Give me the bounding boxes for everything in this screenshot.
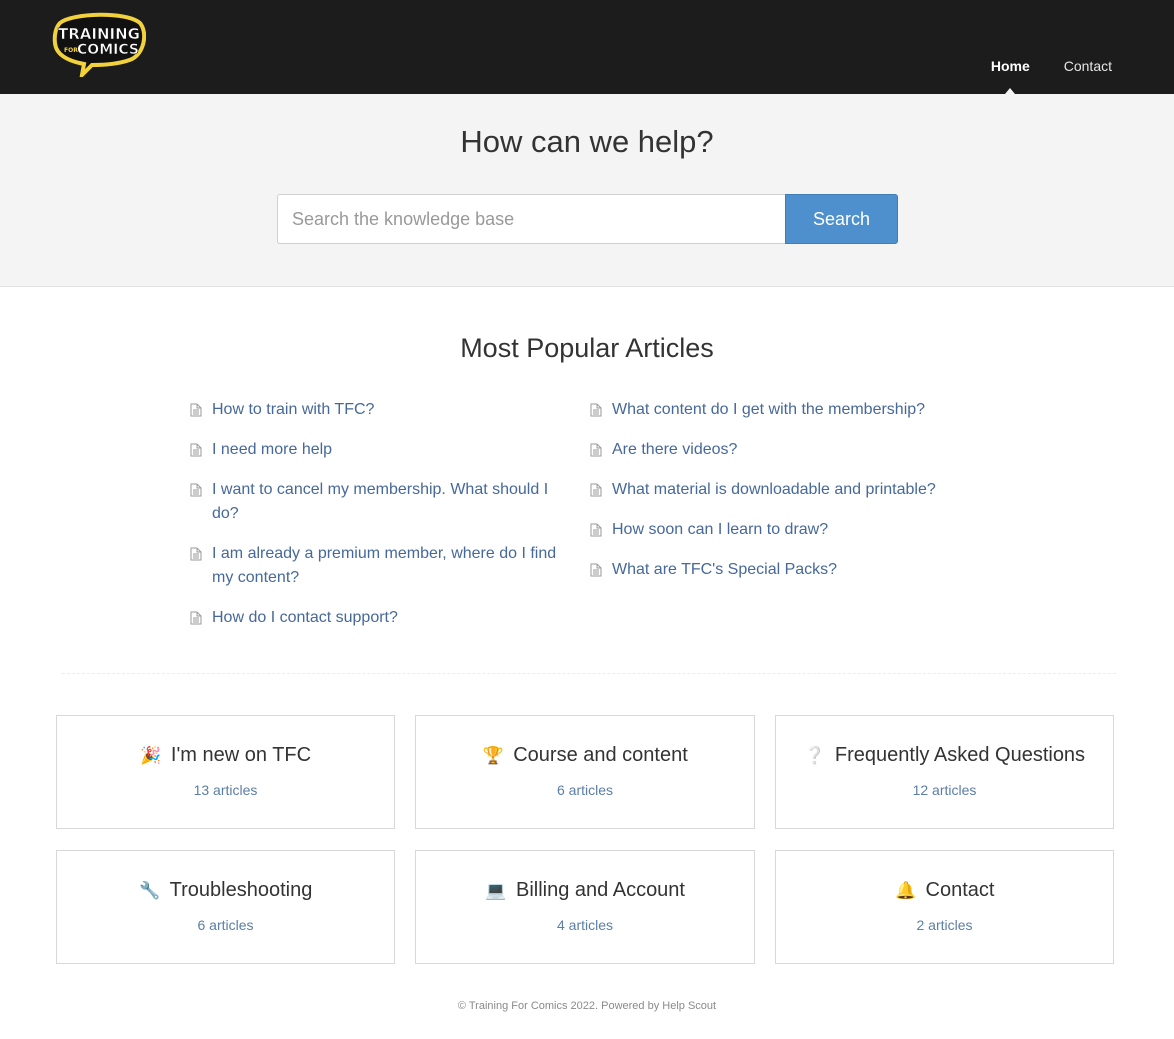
category-title: Course and content [513, 744, 688, 766]
party-popper-icon: 🎉 [140, 745, 162, 765]
category-card-troubleshooting[interactable]: 🔧 Troubleshooting 6 articles [56, 850, 395, 964]
document-icon [190, 611, 202, 625]
list-item: Are there videos? [590, 438, 990, 462]
document-icon [590, 483, 602, 497]
article-link[interactable]: What are TFC's Special Packs? [612, 558, 837, 582]
article-link[interactable]: I want to cancel my membership. What sho… [212, 478, 560, 526]
category-card-new-on-tfc[interactable]: 🎉 I'm new on TFC 13 articles [56, 715, 395, 829]
list-item: What material is downloadable and printa… [590, 478, 990, 502]
popular-articles-left: How to train with TFC? I need more help … [190, 398, 560, 646]
list-item: I need more help [190, 438, 560, 462]
list-item: How soon can I learn to draw? [590, 518, 990, 542]
list-item: How to train with TFC? [190, 398, 560, 422]
category-card-course-and-content[interactable]: 🏆 Course and content 6 articles [415, 715, 755, 829]
search-form: Search [277, 194, 898, 244]
article-count: 6 articles [197, 917, 254, 933]
trophy-icon: 🏆 [482, 745, 504, 765]
list-item: I am already a premium member, where do … [190, 542, 560, 590]
article-link[interactable]: How soon can I learn to draw? [612, 518, 828, 542]
document-icon [590, 563, 602, 577]
document-icon [190, 403, 202, 417]
wrench-icon: 🔧 [139, 880, 161, 900]
section-divider [62, 673, 1116, 674]
list-item: What are TFC's Special Packs? [590, 558, 990, 582]
question-mark-icon: ❔ [804, 745, 826, 765]
category-title: Billing and Account [515, 879, 685, 901]
article-count: 4 articles [556, 917, 614, 933]
document-icon [190, 547, 202, 561]
document-icon [590, 403, 602, 417]
search-input[interactable] [277, 194, 785, 244]
list-item: What content do I get with the membershi… [590, 398, 990, 422]
nav-contact-link[interactable]: Contact [1064, 58, 1112, 74]
category-card-contact[interactable]: 🔔 Contact 2 articles [775, 850, 1114, 964]
category-title: Frequently Asked Questions [834, 744, 1086, 766]
category-title: Troubleshooting [169, 879, 313, 901]
article-link[interactable]: How do I contact support? [212, 606, 398, 630]
laptop-icon: 💻 [485, 880, 507, 900]
article-link[interactable]: What material is downloadable and printa… [612, 478, 936, 502]
nav-home-link[interactable]: Home [991, 58, 1030, 94]
category-card-billing-and-account[interactable]: 💻 Billing and Account 4 articles [415, 850, 755, 964]
article-link[interactable]: What content do I get with the membershi… [612, 398, 925, 422]
search-hero: How can we help? Search [0, 94, 1174, 287]
main-nav: Home Contact [991, 58, 1112, 94]
footer-credits: © Training For Comics 2022. Powered by H… [457, 1000, 717, 1012]
document-icon [190, 443, 202, 457]
article-link[interactable]: I need more help [212, 438, 332, 462]
article-link[interactable]: How to train with TFC? [212, 398, 374, 422]
bell-icon: 🔔 [894, 880, 917, 900]
popular-articles-right: What content do I get with the membershi… [590, 398, 990, 598]
category-card-faq[interactable]: ❔ Frequently Asked Questions 12 articles [775, 715, 1114, 829]
document-icon [590, 443, 602, 457]
document-icon [590, 523, 602, 537]
list-item: How do I contact support? [190, 606, 560, 630]
article-count: 12 articles [912, 782, 977, 798]
category-grid: 🎉 I'm new on TFC 13 articles 🏆 Course an… [56, 715, 1114, 964]
article-link[interactable]: Are there videos? [612, 438, 737, 462]
page-title: How can we help? [460, 124, 714, 159]
svg-text:COMICS: COMICS [77, 42, 139, 58]
article-count: 6 articles [556, 782, 614, 798]
site-header: TRAINING FOR COMICS Home Contact [0, 0, 1174, 94]
article-link[interactable]: I am already a premium member, where do … [212, 542, 560, 590]
article-count: 13 articles [193, 782, 258, 798]
search-button[interactable]: Search [785, 194, 898, 244]
svg-text:TRAINING: TRAINING [58, 25, 140, 43]
article-count: 2 articles [916, 917, 973, 933]
list-item: I want to cancel my membership. What sho… [190, 478, 560, 526]
popular-articles-heading: Most Popular Articles [460, 333, 714, 363]
document-icon [190, 483, 202, 497]
training-for-comics-logo[interactable]: TRAINING FOR COMICS [52, 11, 146, 77]
category-title: I'm new on TFC [170, 744, 312, 766]
category-title: Contact [925, 879, 995, 901]
